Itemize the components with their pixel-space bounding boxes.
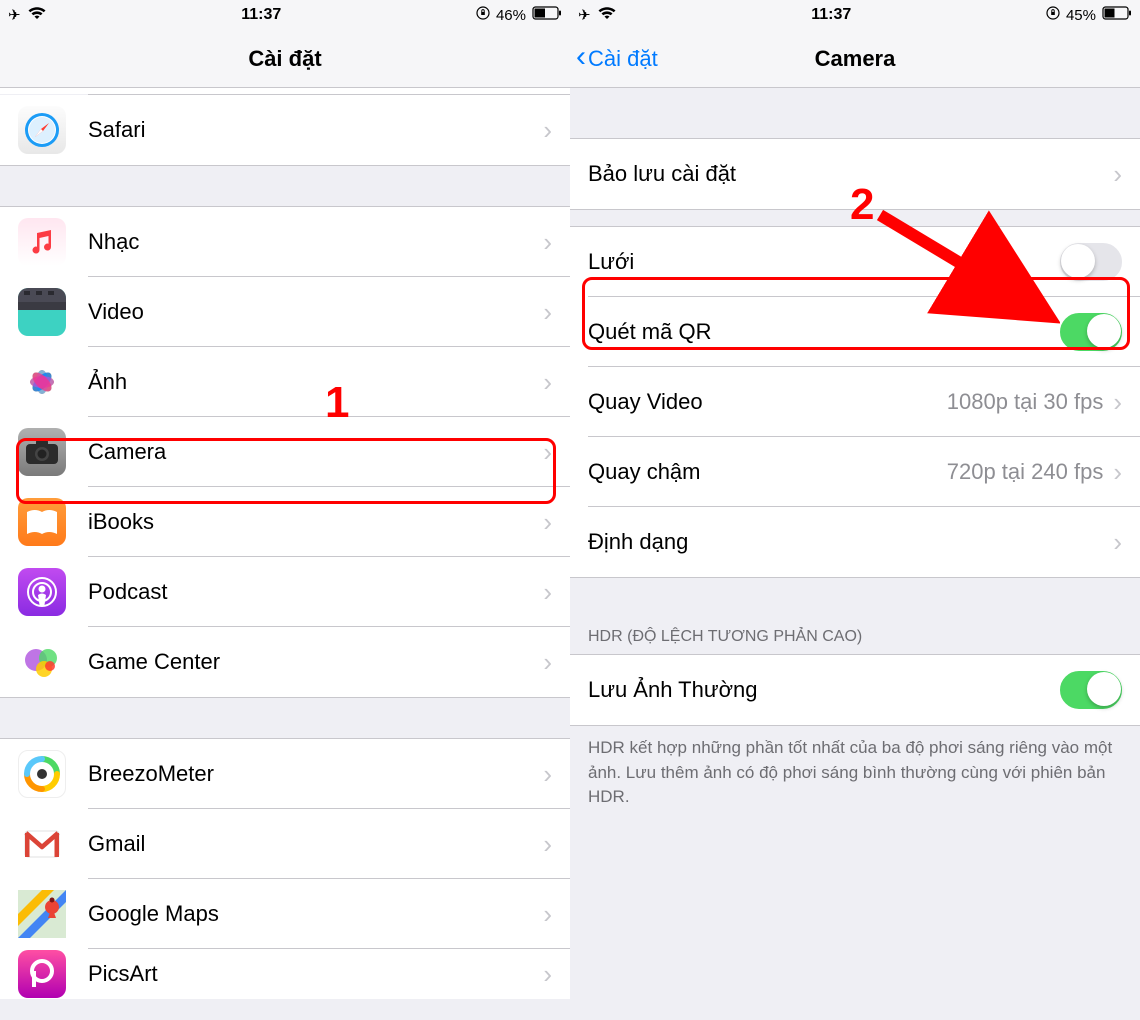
back-label: Cài đặt [588,46,658,72]
row-label: Safari [88,117,539,143]
row-gmail[interactable]: Gmail › [0,809,570,879]
row-scan-qr[interactable]: Quét mã QR [570,297,1140,367]
row-label: Camera [88,439,539,465]
row-detail: 720p tại 240 fps [947,459,1104,485]
row-detail: 1080p tại 30 fps [947,389,1104,415]
row-record-video[interactable]: Quay Video 1080p tại 30 fps › [570,367,1140,437]
chevron-right-icon: › [543,959,552,990]
row-preserve-settings[interactable]: Bảo lưu cài đặt › [570,139,1140,209]
chevron-right-icon: › [543,829,552,860]
safari-icon [18,106,66,154]
battery-percent: 46% [496,7,526,24]
chevron-right-icon: › [543,647,552,678]
row-gamecenter[interactable]: Game Center › [0,627,570,697]
chevron-right-icon: › [1113,159,1122,190]
chevron-left-icon: ‹ [576,42,586,72]
row-photos[interactable]: Ảnh › [0,347,570,417]
hdr-section-footer: HDR kết hợp những phần tốt nhất của ba đ… [570,726,1140,830]
chevron-right-icon: › [543,577,552,608]
nav-bar: ‹ Cài đặt Camera [570,30,1140,88]
row-ibooks[interactable]: iBooks › [0,487,570,557]
row-picsart[interactable]: PicsArt › [0,949,570,999]
row-grid[interactable]: Lưới [570,227,1140,297]
status-time: 11:37 [811,6,851,24]
airplane-icon: ✈ [578,6,591,24]
chevron-right-icon: › [1113,387,1122,418]
gamecenter-icon [18,638,66,686]
chevron-right-icon: › [543,759,552,790]
chevron-right-icon: › [543,507,552,538]
row-camera[interactable]: Camera › [0,417,570,487]
camera-settings-screen: ✈ 11:37 45% ‹ Cài đặt Camera Bảo lưu cài… [570,0,1140,1020]
page-title: Cài đặt [248,46,321,72]
row-label: Google Maps [88,901,539,927]
wifi-icon [597,6,617,24]
toggle-grid[interactable] [1060,243,1122,281]
chevron-right-icon: › [543,227,552,258]
chevron-right-icon: › [1113,457,1122,488]
toggle-scan-qr[interactable] [1060,313,1122,351]
row-label: iBooks [88,509,539,535]
back-button[interactable]: ‹ Cài đặt [576,30,658,87]
chevron-right-icon: › [543,297,552,328]
wifi-icon [27,6,47,24]
status-time: 11:37 [241,6,281,24]
battery-icon [532,6,562,24]
row-formats[interactable]: Định dạng › [570,507,1140,577]
airplane-icon: ✈ [8,6,21,24]
battery-percent: 45% [1066,7,1096,24]
picsart-icon [18,950,66,998]
chevron-right-icon: › [543,899,552,930]
nav-bar: Cài đặt [0,30,570,88]
row-label: Video [88,299,539,325]
row-label: Lưới [588,249,1060,275]
row-label: Định dạng [588,529,1109,555]
row-label: Gmail [88,831,539,857]
photos-icon [18,358,66,406]
row-label: Nhạc [88,229,539,255]
camera-icon [18,428,66,476]
hdr-section-header: HDR (ĐỘ LỆCH TƯƠNG PHẢN CAO) [570,578,1140,654]
row-label: Quay Video [588,389,947,415]
row-slomo[interactable]: Quay chậm 720p tại 240 fps › [570,437,1140,507]
battery-icon [1102,6,1132,24]
music-icon [18,218,66,266]
row-safari[interactable]: Safari › [0,95,570,165]
row-label: Podcast [88,579,539,605]
page-title: Camera [815,46,896,72]
row-label: BreezoMeter [88,761,539,787]
lock-icon [1046,6,1060,24]
gmail-icon [18,820,66,868]
settings-screen: ✈ 11:37 46% Cài đặt Safari [0,0,570,1020]
row-label: Lưu Ảnh Thường [588,677,1060,703]
row-breezometer[interactable]: BreezoMeter › [0,739,570,809]
row-label: Bảo lưu cài đặt [588,161,1109,187]
status-bar: ✈ 11:37 46% [0,0,570,30]
podcast-icon [18,568,66,616]
chevron-right-icon: › [543,115,552,146]
status-bar: ✈ 11:37 45% [570,0,1140,30]
video-icon [18,288,66,336]
googlemaps-icon [18,890,66,938]
row-keep-normal-photo[interactable]: Lưu Ảnh Thường [570,655,1140,725]
chevron-right-icon: › [1113,527,1122,558]
row-video[interactable]: Video › [0,277,570,347]
toggle-keep-normal[interactable] [1060,671,1122,709]
breezometer-icon [18,750,66,798]
row-label: Quay chậm [588,459,947,485]
chevron-right-icon: › [543,437,552,468]
chevron-right-icon: › [543,367,552,398]
row-label: Ảnh [88,369,539,395]
row-label: Game Center [88,649,539,675]
lock-icon [476,6,490,24]
row-music[interactable]: Nhạc › [0,207,570,277]
row-googlemaps[interactable]: Google Maps › [0,879,570,949]
row-podcast[interactable]: Podcast › [0,557,570,627]
row-label: PicsArt [88,961,539,987]
row-label: Quét mã QR [588,319,1060,345]
ibooks-icon [18,498,66,546]
